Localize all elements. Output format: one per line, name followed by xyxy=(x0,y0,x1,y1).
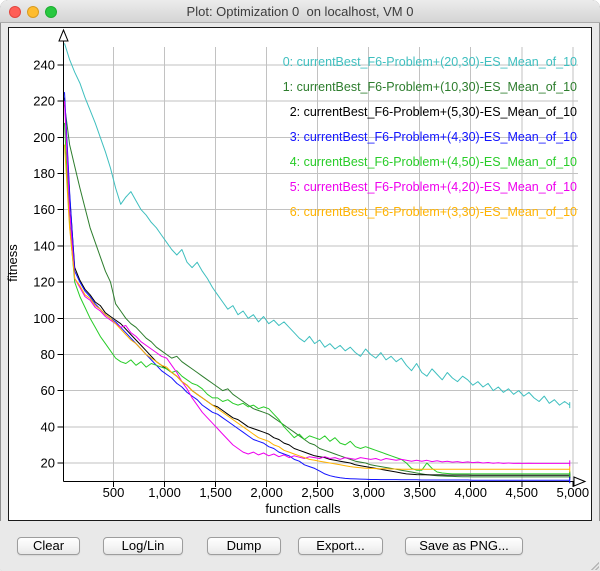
title-bar[interactable]: Plot: Optimization 0 on localhost, VM 0 xyxy=(0,0,600,23)
export-button[interactable]: Export... xyxy=(298,537,383,555)
save-as-png-button[interactable]: Save as PNG... xyxy=(405,537,523,555)
minimize-button[interactable] xyxy=(27,6,39,18)
close-button[interactable] xyxy=(9,6,21,18)
window-title: Plot: Optimization 0 on localhost, VM 0 xyxy=(70,0,530,23)
plot-canvas xyxy=(8,27,592,521)
resize-grip[interactable] xyxy=(591,562,599,570)
log-lin-button[interactable]: Log/Lin xyxy=(103,537,183,555)
clear-button[interactable]: Clear xyxy=(17,537,80,555)
zoom-button[interactable] xyxy=(45,6,57,18)
button-bar: Clear Log/Lin Dump Export... Save as PNG… xyxy=(0,521,600,571)
plot-window: Plot: Optimization 0 on localhost, VM 0 … xyxy=(0,0,600,571)
dump-button[interactable]: Dump xyxy=(207,537,281,555)
